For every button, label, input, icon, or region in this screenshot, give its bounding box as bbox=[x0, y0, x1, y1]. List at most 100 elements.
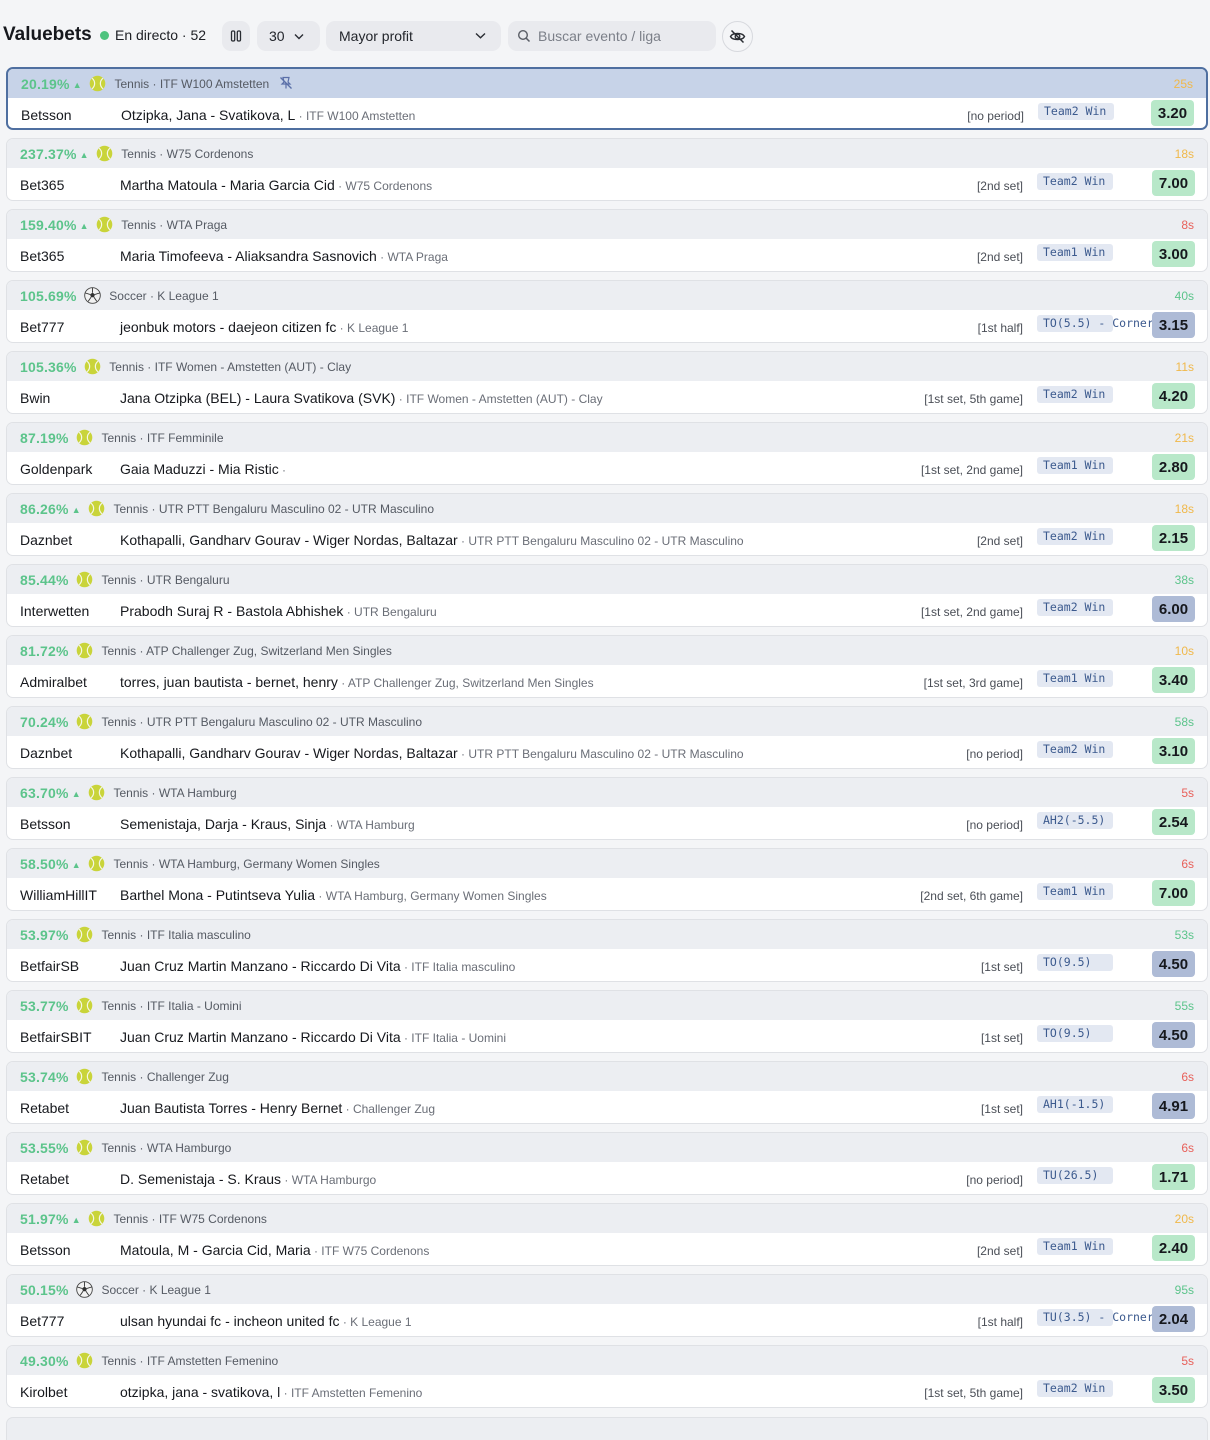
profit-value: 20.19% bbox=[21, 76, 70, 92]
odds-value[interactable]: 7.00 bbox=[1152, 170, 1195, 196]
match-name[interactable]: Martha Matoula - Maria Garcia Cid · W75 … bbox=[120, 177, 432, 193]
valuebet-card[interactable]: 70.24% Tennis · UTR PTT Bengaluru Masculi… bbox=[6, 706, 1208, 769]
sport-league-label: Tennis · ITF W75 Cordenons bbox=[113, 1212, 267, 1226]
profit-value: 159.40% bbox=[20, 217, 77, 233]
valuebet-card[interactable]: 86.26% ▲ Tennis · UTR PTT Bengaluru Mascul… bbox=[6, 493, 1208, 556]
match-name[interactable]: Maria Timofeeva - Aliaksandra Sasnovich … bbox=[120, 248, 448, 264]
match-league: · ITF Amstetten Femenino bbox=[280, 1386, 423, 1400]
trend-up-icon: ▲ bbox=[79, 221, 89, 231]
valuebet-card-body: Daznbet Kothapalli, Gandharv Gourav - Wig… bbox=[7, 736, 1207, 768]
count-select[interactable]: 30 bbox=[257, 21, 320, 51]
match-period: [no period] bbox=[966, 818, 1023, 832]
odds-value[interactable]: 2.40 bbox=[1152, 1235, 1195, 1261]
odds-value[interactable]: 3.00 bbox=[1152, 241, 1195, 267]
count-select-value: 30 bbox=[269, 28, 285, 44]
match-period: [2nd set] bbox=[976, 534, 1023, 548]
valuebet-card[interactable]: 105.36% Tennis · ITF Women - Amstetten (A… bbox=[6, 351, 1208, 414]
match-name[interactable]: Gaia Maduzzi - Mia Ristic · bbox=[120, 461, 286, 477]
hide-hidden-button[interactable] bbox=[722, 21, 753, 52]
search-input[interactable]: Buscar evento / liga bbox=[508, 21, 716, 51]
match-teams: Kothapalli, Gandharv Gourav - Wiger Nord… bbox=[120, 532, 458, 548]
valuebet-card[interactable]: 53.74% Tennis · Challenger Zug 6s Retabet Ju… bbox=[6, 1061, 1208, 1124]
match-name[interactable]: Juan Cruz Martin Manzano - Riccardo Di V… bbox=[120, 958, 515, 974]
odds-value[interactable]: 2.54 bbox=[1152, 809, 1195, 835]
match-name[interactable]: Juan Cruz Martin Manzano - Riccardo Di V… bbox=[120, 1029, 506, 1045]
match-name[interactable]: Prabodh Suraj R - Bastola Abhishek · UTR… bbox=[120, 603, 437, 619]
valuebet-card[interactable]: 87.19% Tennis · ITF Femminile 21s Goldenpar… bbox=[6, 422, 1208, 485]
bookmaker-name: Bet365 bbox=[20, 248, 65, 264]
match-name[interactable]: ulsan hyundai fc - incheon united fc · K… bbox=[120, 1313, 412, 1329]
match-name[interactable]: torres, juan bautista - bernet, henry · … bbox=[120, 674, 594, 690]
valuebet-card[interactable]: 49.30% Tennis · ITF Amstetten Femenino 5s K… bbox=[6, 1345, 1208, 1408]
match-name[interactable]: Juan Bautista Torres - Henry Bernet · Ch… bbox=[120, 1100, 435, 1116]
odds-value[interactable]: 3.40 bbox=[1152, 667, 1195, 693]
valuebet-card[interactable]: 237.37% ▲ Tennis · W75 Cordenons 18s Bet365 M… bbox=[6, 138, 1208, 201]
valuebet-card[interactable]: 50.15% Soccer · K League 1 95s Bet777 ulsan … bbox=[6, 1274, 1208, 1337]
unpin-icon[interactable] bbox=[279, 76, 293, 95]
valuebet-card[interactable]: 63.70% ▲ Tennis · WTA Hamburg 5s Betsson Seme… bbox=[6, 777, 1208, 840]
valuebet-card-body: Bet777 ulsan hyundai fc - incheon united … bbox=[7, 1304, 1207, 1336]
match-period: [1st set, 2nd game] bbox=[920, 605, 1023, 619]
odds-value[interactable]: 4.50 bbox=[1152, 951, 1195, 977]
match-name[interactable]: jeonbuk motors - daejeon citizen fc · K … bbox=[120, 319, 408, 335]
match-teams: Maria Timofeeva - Aliaksandra Sasnovich bbox=[120, 248, 377, 264]
odds-value[interactable]: 3.15 bbox=[1152, 312, 1195, 338]
valuebet-card[interactable]: 58.50% ▲ Tennis · WTA Hamburg, Germany Wom… bbox=[6, 848, 1208, 911]
bookmaker-name: BetfairSB bbox=[20, 958, 80, 974]
valuebet-card-header: 237.37% ▲ Tennis · W75 Cordenons 18s bbox=[7, 139, 1207, 168]
sort-select[interactable]: Mayor profit bbox=[326, 21, 501, 51]
match-name[interactable]: Kothapalli, Gandharv Gourav - Wiger Nord… bbox=[120, 532, 744, 548]
bookmaker-name: Bet365 bbox=[20, 177, 65, 193]
valuebet-card[interactable]: 53.77% Tennis · ITF Italia - Uomini 55s Bet… bbox=[6, 990, 1208, 1053]
match-name[interactable]: Otzipka, Jana - Svatikova, L · ITF W100 … bbox=[121, 107, 415, 123]
odds-value[interactable]: 6.00 bbox=[1152, 596, 1195, 622]
valuebet-card-header: 58.50% ▲ Tennis · WTA Hamburg, Germany Wom… bbox=[7, 849, 1207, 878]
odds-value[interactable]: 2.04 bbox=[1152, 1306, 1195, 1332]
valuebet-card[interactable]: 53.97% Tennis · ITF Italia masculino 53s Be… bbox=[6, 919, 1208, 982]
odds-value[interactable]: 2.15 bbox=[1152, 525, 1195, 551]
match-teams: Prabodh Suraj R - Bastola Abhishek bbox=[120, 603, 344, 619]
valuebet-card[interactable]: 105.69% Soccer · K League 1 40s Bet777 jeonb… bbox=[6, 280, 1208, 343]
odds-value[interactable]: 2.80 bbox=[1152, 454, 1195, 480]
odds-value[interactable]: 4.50 bbox=[1152, 1022, 1195, 1048]
valuebet-card[interactable]: 51.97% ▲ Tennis · ITF W75 Cordenons 20s Bets… bbox=[6, 1203, 1208, 1266]
pause-button[interactable] bbox=[222, 21, 250, 51]
sport-league-label: Soccer · K League 1 bbox=[109, 289, 219, 303]
match-name[interactable]: Kothapalli, Gandharv Gourav - Wiger Nord… bbox=[120, 745, 744, 761]
odds-value[interactable]: 3.50 bbox=[1152, 1377, 1195, 1403]
match-name[interactable]: Semenistaja, Darja - Kraus, Sinja · WTA … bbox=[120, 816, 415, 832]
market-badge: TO(9.5) bbox=[1037, 1025, 1113, 1042]
tennis-ball-icon bbox=[76, 713, 93, 730]
tennis-ball-icon bbox=[76, 1352, 93, 1369]
odds-value[interactable]: 4.20 bbox=[1152, 383, 1195, 409]
valuebet-card-header: 53.55% Tennis · WTA Hamburgo 6s bbox=[7, 1133, 1207, 1162]
match-league: · K League 1 bbox=[339, 1315, 412, 1329]
bet-age: 6s bbox=[1181, 1070, 1194, 1084]
profit-value: 63.70% bbox=[20, 785, 69, 801]
match-league: · ITF W75 Cordenons bbox=[310, 1244, 430, 1258]
match-league: · WTA Hamburg bbox=[326, 818, 415, 832]
odds-value[interactable]: 1.71 bbox=[1152, 1164, 1195, 1190]
profit-value: 87.19% bbox=[20, 430, 69, 446]
match-teams: Semenistaja, Darja - Kraus, Sinja bbox=[120, 816, 327, 832]
tennis-ball-icon bbox=[96, 145, 113, 162]
valuebet-card-header: 53.97% Tennis · ITF Italia masculino 53s bbox=[7, 920, 1207, 949]
odds-value[interactable]: 3.20 bbox=[1151, 100, 1194, 126]
valuebet-card[interactable]: 53.55% Tennis · WTA Hamburgo 6s Retabet D. S… bbox=[6, 1132, 1208, 1195]
valuebet-card[interactable]: 159.40% ▲ Tennis · WTA Praga 8s Bet365 Maria … bbox=[6, 209, 1208, 272]
match-name[interactable]: D. Semenistaja - S. Kraus · WTA Hamburgo bbox=[120, 1171, 376, 1187]
odds-value[interactable]: 3.10 bbox=[1152, 738, 1195, 764]
match-name[interactable]: Matoula, M - Garcia Cid, Maria · ITF W75… bbox=[120, 1242, 429, 1258]
bet-age: 95s bbox=[1174, 1283, 1194, 1297]
match-name[interactable]: Jana Otzipka (BEL) - Laura Svatikova (SV… bbox=[120, 390, 603, 406]
valuebet-card[interactable]: 85.44% Tennis · UTR Bengaluru 38s Interwett… bbox=[6, 564, 1208, 627]
valuebet-card-header: 70.24% Tennis · UTR PTT Bengaluru Masculi… bbox=[7, 707, 1207, 736]
valuebet-card[interactable]: 81.72% Tennis · ATP Challenger Zug, Switz… bbox=[6, 635, 1208, 698]
odds-value[interactable]: 4.91 bbox=[1152, 1093, 1195, 1119]
match-name[interactable]: Barthel Mona - Putintseva Yulia · WTA Ha… bbox=[120, 887, 547, 903]
valuebet-card[interactable]: 20.19% ▲ Tennis · ITF W100 Amstetten 25s Bet… bbox=[6, 67, 1208, 130]
match-name[interactable]: otzipka, jana - svatikova, l · ITF Amste… bbox=[120, 1384, 422, 1400]
sport-league-label: Tennis · ITF Amstetten Femenino bbox=[101, 1354, 279, 1368]
odds-value[interactable]: 7.00 bbox=[1152, 880, 1195, 906]
match-teams: Juan Cruz Martin Manzano - Riccardo Di V… bbox=[120, 1029, 401, 1045]
